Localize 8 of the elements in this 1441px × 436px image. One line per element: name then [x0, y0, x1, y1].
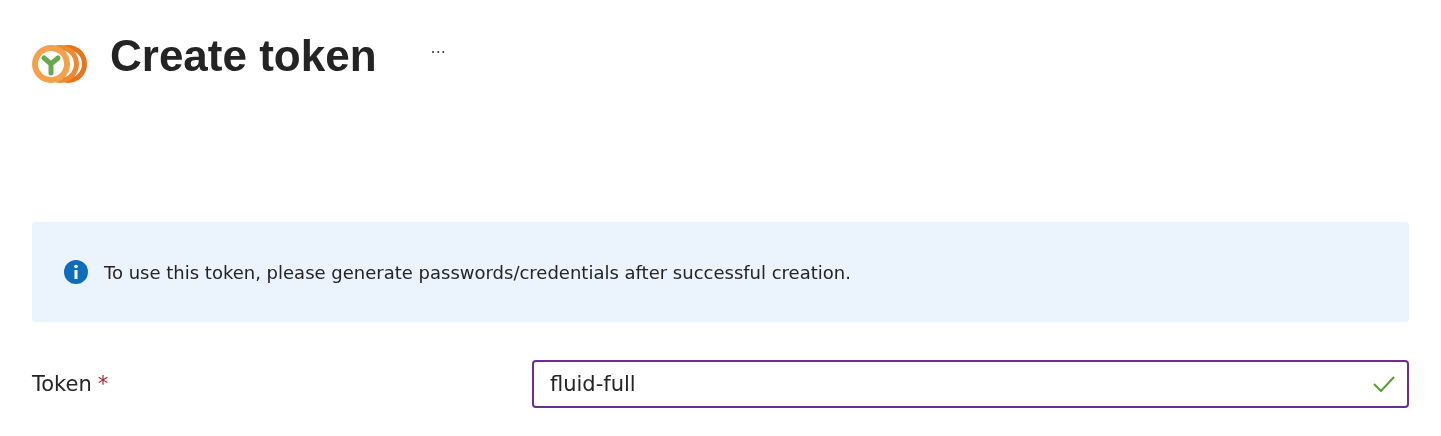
- required-mark: *: [97, 372, 109, 396]
- info-message: To use this token, please generate passwords/credentials after successful creation.: [104, 261, 851, 283]
- info-icon: [64, 260, 88, 284]
- page-title: Create token: [110, 31, 377, 81]
- app-logo-icon: [32, 43, 88, 85]
- more-button[interactable]: ···: [426, 38, 450, 66]
- field-label: Token: [32, 372, 92, 396]
- token-field[interactable]: fluid-full: [532, 360, 1409, 408]
